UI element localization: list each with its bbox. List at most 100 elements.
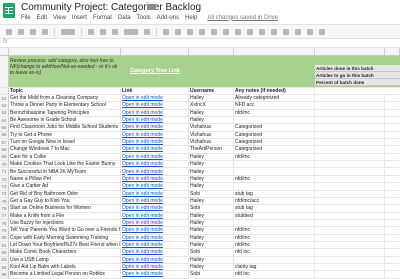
notes-cell[interactable]: stubbed bbox=[234, 212, 315, 219]
empty-cell[interactable] bbox=[315, 95, 385, 102]
edit-link[interactable]: Open in edit mode bbox=[121, 256, 189, 264]
empty-cell[interactable] bbox=[315, 271, 385, 278]
username-cell[interactable]: Hailey bbox=[189, 227, 234, 234]
username-cell[interactable]: Hailey bbox=[189, 168, 234, 175]
notes-cell[interactable] bbox=[234, 183, 315, 190]
menu-insert[interactable]: Insert bbox=[72, 15, 87, 21]
edit-link[interactable]: Open in edit mode bbox=[121, 212, 189, 219]
row-number[interactable]: 74 bbox=[0, 190, 9, 197]
column-header-d[interactable] bbox=[234, 48, 315, 55]
username-cell[interactable]: Sobi bbox=[189, 205, 234, 212]
username-cell[interactable]: Sobi bbox=[189, 271, 234, 278]
topic-cell[interactable]: Tell Your Parents You Want to Go over a … bbox=[9, 227, 121, 234]
merge-icon[interactable] bbox=[235, 28, 241, 35]
username-header[interactable]: Username bbox=[189, 88, 234, 94]
notes-header[interactable]: Any notes (if needed) bbox=[234, 88, 315, 94]
row-number[interactable]: 72 bbox=[0, 175, 9, 183]
edit-link[interactable]: Open in edit mode bbox=[121, 168, 189, 175]
edit-link[interactable]: Open in edit mode bbox=[121, 131, 189, 139]
username-cell[interactable]: Vishahua bbox=[189, 124, 234, 131]
empty-cell[interactable] bbox=[315, 139, 385, 146]
empty-cell[interactable] bbox=[315, 117, 385, 124]
empty-cell[interactable] bbox=[315, 124, 385, 131]
row-number[interactable]: 61 bbox=[0, 95, 9, 102]
username-cell[interactable]: Vishahua bbox=[189, 139, 234, 146]
username-cell[interactable]: Vishahua bbox=[189, 131, 234, 139]
menu-edit[interactable]: Edit bbox=[37, 15, 47, 21]
username-cell[interactable]: Hailey bbox=[189, 109, 234, 117]
row-number[interactable]: 69 bbox=[0, 153, 9, 161]
empty-cell[interactable] bbox=[315, 205, 385, 212]
stat-percent-done[interactable]: Percent of batch done bbox=[316, 79, 400, 86]
topic-cell[interactable]: Start an Online Business for Women bbox=[9, 205, 121, 212]
wrap-icon[interactable] bbox=[259, 28, 265, 35]
row-number[interactable]: 77 bbox=[0, 212, 9, 219]
notes-cell[interactable]: nfd/mc bbox=[234, 153, 315, 161]
edit-link[interactable]: Open in edit mode bbox=[121, 197, 189, 205]
zoom-select[interactable] bbox=[61, 28, 75, 35]
decimal-icon[interactable] bbox=[112, 28, 118, 35]
notes-cell[interactable]: stub tag bbox=[234, 190, 315, 197]
topic-cell[interactable]: Kool Aid Lip Balm with Labels bbox=[9, 264, 121, 271]
notes-cell[interactable]: nfd/mc bbox=[234, 234, 315, 241]
topic-cell[interactable]: Get Rid of Boy Bathroom Odor bbox=[9, 190, 121, 197]
edit-link[interactable]: Open in edit mode bbox=[121, 109, 189, 117]
edit-link[interactable]: Open in edit mode bbox=[121, 95, 189, 102]
username-cell[interactable]: Hailey bbox=[189, 95, 234, 102]
notes-cell[interactable] bbox=[234, 168, 315, 175]
username-cell[interactable]: Hailey bbox=[189, 242, 234, 249]
topic-cell[interactable]: Make a Knife from a File bbox=[9, 212, 121, 219]
row-number[interactable]: 76 bbox=[0, 205, 9, 212]
edit-link[interactable]: Open in edit mode bbox=[121, 190, 189, 197]
notes-cell[interactable]: nfd/mc bbox=[234, 109, 315, 117]
row-number[interactable]: 63 bbox=[0, 109, 9, 117]
percent-icon[interactable] bbox=[100, 28, 106, 35]
topic-cell[interactable]: Try to Get a Phone bbox=[9, 131, 121, 139]
row-number[interactable]: 64 bbox=[0, 117, 9, 124]
borders-icon[interactable] bbox=[223, 28, 229, 35]
text-color-icon[interactable] bbox=[199, 28, 205, 35]
edit-link[interactable]: Open in edit mode bbox=[121, 219, 189, 227]
row-number[interactable] bbox=[0, 88, 9, 94]
topic-cell[interactable]: Bennzhibaspine Tapering Principles bbox=[9, 109, 121, 117]
italic-icon[interactable] bbox=[175, 28, 181, 35]
undo-icon[interactable] bbox=[18, 28, 24, 35]
topic-cell[interactable]: Let Down Your Boyfriend%27s Best Friend … bbox=[9, 242, 121, 249]
topic-cell[interactable]: Cope with Early Morning Swimming Trainin… bbox=[9, 234, 121, 241]
filter-icon[interactable] bbox=[307, 28, 313, 35]
edit-link[interactable]: Open in edit mode bbox=[121, 102, 189, 109]
row-number[interactable]: 80 bbox=[0, 234, 9, 241]
topic-cell[interactable]: Give a Cartier Ad bbox=[9, 183, 121, 190]
notes-cell[interactable] bbox=[234, 161, 315, 168]
sheets-logo-icon[interactable] bbox=[3, 3, 15, 18]
topic-cell[interactable]: Become a Limited Legal Person on Roblox bbox=[9, 271, 121, 278]
star-icon[interactable]: ☆ bbox=[134, 2, 142, 13]
notes-cell[interactable]: nfd/mc bbox=[234, 242, 315, 249]
edit-link[interactable]: Open in edit mode bbox=[121, 264, 189, 271]
function-icon[interactable] bbox=[319, 28, 325, 35]
empty-cell[interactable] bbox=[315, 249, 385, 256]
font-size-select[interactable] bbox=[144, 28, 150, 35]
username-cell[interactable]: Hailey bbox=[189, 175, 234, 183]
username-cell[interactable]: Hailey bbox=[189, 183, 234, 190]
row-number[interactable]: 78 bbox=[0, 219, 9, 227]
empty-cell[interactable] bbox=[315, 161, 385, 168]
link-header[interactable]: Link bbox=[121, 88, 189, 94]
stat-articles-to-go[interactable]: Articles to go in this batch bbox=[316, 72, 400, 79]
topic-cell[interactable]: Turn on Google Now in Israel bbox=[9, 139, 121, 146]
saved-status[interactable]: All changes saved in Drive bbox=[207, 15, 278, 21]
document-title[interactable]: Community Project: Categorizer Backlog bbox=[21, 2, 201, 13]
empty-cell[interactable] bbox=[315, 242, 385, 249]
topic-cell[interactable]: Name a Pillow Pet bbox=[9, 175, 121, 183]
empty-cell[interactable] bbox=[315, 102, 385, 109]
notes-cell[interactable]: nfd/mc/acc bbox=[234, 197, 315, 205]
font-select[interactable] bbox=[124, 28, 138, 35]
topic-cell[interactable]: Make Comic Book Characters bbox=[9, 249, 121, 256]
menu-tools[interactable]: Tools bbox=[137, 15, 151, 21]
currency-icon[interactable] bbox=[88, 28, 94, 35]
topic-cell[interactable]: Find Classroom Jobs for Middle School St… bbox=[9, 124, 121, 131]
notes-cell[interactable] bbox=[234, 256, 315, 264]
bold-icon[interactable] bbox=[163, 28, 169, 35]
empty-cell[interactable] bbox=[315, 256, 385, 264]
notes-cell[interactable]: Categorized bbox=[234, 139, 315, 146]
